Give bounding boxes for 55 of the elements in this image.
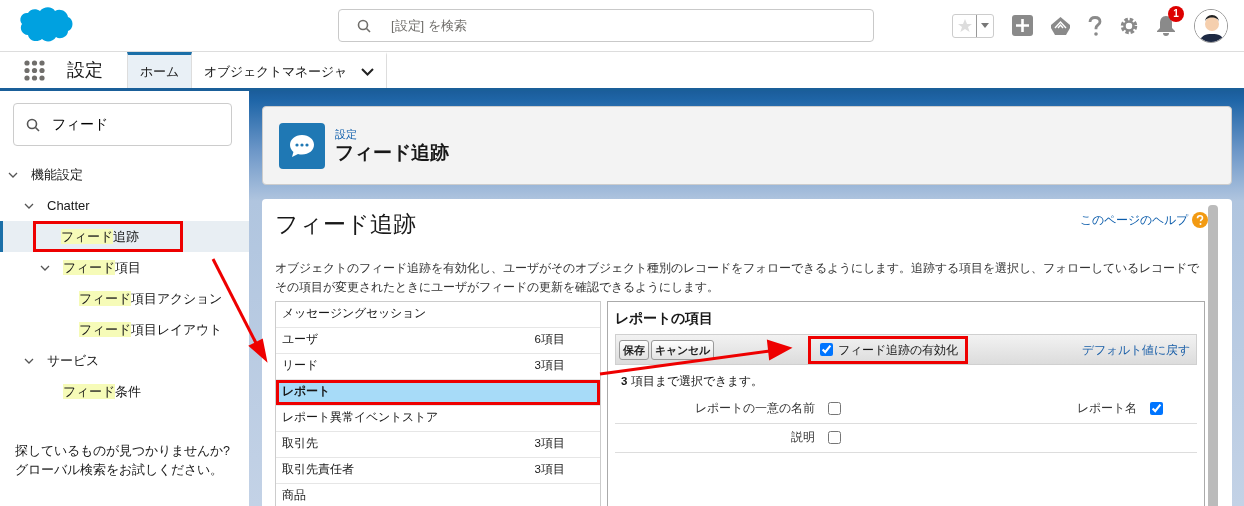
tree-item[interactable]: フィード項目アクション: [77, 284, 224, 313]
reset-link[interactable]: デフォルト値に戻す: [1082, 340, 1190, 359]
nav-tab[interactable]: ホーム: [127, 52, 192, 88]
help-link[interactable]: このページのヘルプ: [1080, 211, 1188, 229]
field-checkbox[interactable]: [828, 402, 841, 416]
bell-icon[interactable]: [1156, 15, 1176, 36]
field-checkbox[interactable]: [1150, 402, 1163, 416]
star-icon: [957, 18, 972, 33]
chevron-down-icon[interactable]: [361, 67, 374, 76]
toolbar-button[interactable]: 保存: [619, 339, 649, 361]
enable-checkbox[interactable]: [820, 343, 833, 357]
panel-title: レポートの項目: [615, 309, 714, 327]
object-row[interactable]: レポート: [276, 379, 600, 406]
limit-note: 3 項目まで選択できます。: [621, 374, 764, 390]
description: オブジェクトのフィード追跡を有効化し、ユーザがそのオブジェクト種別のレコードをフォローできるようにします。追跡する項目を選択し、フォローしているレコードでその項目が変更されたときにユーザがフィードの更新を確認できるようにします。: [275, 260, 1200, 295]
tree-item[interactable]: フィード項目レイアウト: [77, 315, 224, 344]
search-field[interactable]: [設定] を検索: [338, 9, 874, 42]
tree-item[interactable]: 機能設定: [29, 160, 85, 189]
toolbar-button[interactable]: キャンセル: [651, 339, 714, 361]
help-icon[interactable]: [1088, 15, 1102, 36]
page-title: フィード追跡: [335, 142, 449, 166]
object-row[interactable]: 取引先 3項目: [276, 431, 600, 458]
tree-item[interactable]: Chatter: [45, 191, 92, 220]
scrollbar[interactable]: [1208, 205, 1218, 506]
section-title: フィード追跡: [275, 211, 416, 239]
tree-item[interactable]: フィード条件: [61, 377, 143, 406]
field-label: 説明: [615, 423, 815, 453]
breadcrumb-link[interactable]: 設定: [335, 125, 449, 143]
tree-item[interactable]: サービス: [45, 346, 101, 375]
plus-icon[interactable]: [1012, 15, 1033, 36]
search-icon: [357, 18, 371, 33]
mountain-icon[interactable]: [1051, 16, 1070, 35]
notification-badge: 1: [1168, 6, 1184, 23]
object-row[interactable]: ユーザ 6項目: [276, 327, 600, 354]
settings-icon[interactable]: [1120, 16, 1138, 35]
avatar[interactable]: [1194, 8, 1228, 43]
object-row[interactable]: リード 3項目: [276, 353, 600, 380]
app-launcher-icon[interactable]: [24, 59, 45, 81]
object-row[interactable]: 取引先責任者 3項目: [276, 457, 600, 484]
caret-icon: [981, 23, 990, 28]
help-text: 探しているものが見つかりませんか? グローバル検索をお試しください。: [15, 443, 231, 479]
field-label: レポートの一意の名前: [615, 394, 815, 424]
search-icon: [26, 117, 40, 132]
object-row[interactable]: レポート異常イベントストア: [276, 405, 600, 432]
object-row[interactable]: 商品: [276, 483, 600, 506]
field-checkbox[interactable]: [828, 431, 841, 445]
checkbox-label[interactable]: フィード追跡の有効化: [838, 340, 958, 359]
nav-tab[interactable]: オブジェクトマネージャ: [192, 52, 387, 88]
object-row[interactable]: メッセージングセッション: [276, 301, 600, 328]
favorites-button[interactable]: [952, 13, 994, 38]
app-name: 設定: [66, 58, 104, 82]
chat-icon: [279, 122, 325, 169]
sidebar-search-field[interactable]: フィード: [13, 103, 232, 146]
field-label: レポート名: [855, 394, 1137, 424]
tree-item[interactable]: フィード項目: [61, 253, 143, 282]
